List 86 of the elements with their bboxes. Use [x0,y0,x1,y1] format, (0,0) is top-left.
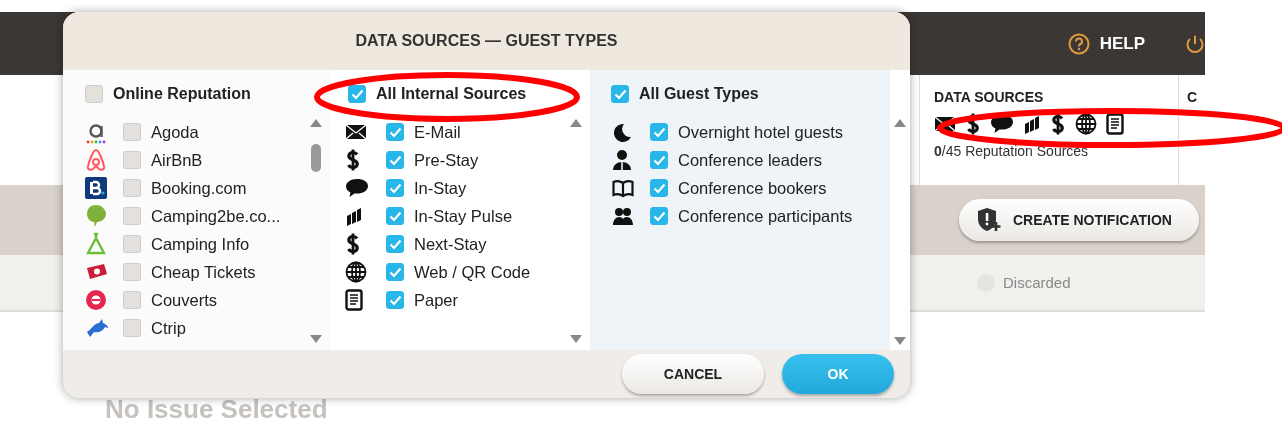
globe-icon [345,261,367,283]
document-icon [1106,113,1124,135]
checkbox[interactable] [386,291,404,309]
column-title: Online Reputation [113,85,251,103]
source-label: In-Stay Pulse [414,206,513,226]
ticket-logo-icon [85,262,109,282]
flask-logo-icon [85,232,107,256]
checkbox[interactable] [386,235,404,253]
help-link[interactable]: HELP [1099,33,1145,54]
sources-summary: 0/45 Reputation Sources [934,143,1090,159]
dollar-icon [965,113,981,135]
dollar-icon [345,233,361,255]
leaf-logo-icon [85,204,107,228]
create-notification-button[interactable]: CREATE NOTIFICATION [959,199,1199,241]
panel-title: C [1187,89,1199,105]
scroll-down-icon [893,336,907,346]
source-label: Overnight hotel guests [678,122,844,142]
issue-title: No Issue Selected [105,394,328,425]
person-icon [612,149,632,171]
source-label: Agoda [151,122,199,142]
dialog-title: DATA SOURCES — GUEST TYPES [355,32,618,50]
dollar-icon [1050,113,1066,135]
checkbox[interactable] [123,235,141,253]
source-label: Ctrip [151,318,186,338]
document-icon [345,289,363,311]
source-label: In-Stay [414,178,467,198]
checkbox[interactable] [650,151,668,169]
source-label: Conference participants [678,206,853,226]
checkbox[interactable] [123,291,141,309]
checkbox[interactable] [123,151,141,169]
source-label: Camping Info [151,234,250,254]
checkbox[interactable] [386,263,404,281]
source-label: E-Mail [414,122,461,142]
checkbox[interactable] [123,179,141,197]
source-label: Booking.com [151,178,247,198]
column-title: All Guest Types [639,85,759,103]
envelope-icon [345,124,367,140]
source-label: Conference leaders [678,150,822,170]
checkbox[interactable] [123,207,141,225]
scroll-down-icon [309,334,323,344]
people-icon [612,206,634,226]
checkbox[interactable] [611,85,629,103]
checkbox[interactable] [650,207,668,225]
checkbox[interactable] [348,85,366,103]
checkbox[interactable] [386,123,404,141]
source-label: Couverts [151,290,218,310]
scrollbar-thumb[interactable] [311,144,321,172]
open-book-icon [612,178,634,198]
source-label: Cheap Tickets [151,262,256,282]
crescent-moon-icon [612,122,632,142]
scroll-down-icon [569,334,583,344]
scroll-up-icon [569,118,583,128]
source-label: Web / QR Code [414,262,531,282]
ring-logo-icon [85,288,107,312]
bars-icon [1023,114,1041,134]
column-title: All Internal Sources [376,85,527,103]
bars-icon [345,206,363,226]
checkbox[interactable] [650,179,668,197]
panel-title: DATA SOURCES [934,89,1045,105]
checkbox[interactable] [650,123,668,141]
source-label: Paper [414,290,459,310]
globe-icon [1075,113,1097,135]
checkbox[interactable] [123,123,141,141]
help-icon [1067,32,1090,55]
square-logo-icon [85,176,107,200]
checkbox[interactable] [85,85,103,103]
source-label: Next-Stay [414,234,487,254]
dollar-icon [345,149,361,171]
checkbox[interactable] [386,151,404,169]
source-label: Camping2be.co... [151,206,281,226]
checkbox[interactable] [386,179,404,197]
checkbox[interactable] [123,319,141,337]
data-sources-panel[interactable]: DATA SOURCES 0/45 Reputation Sources [919,75,1179,185]
speech-bubble-icon [990,114,1014,134]
source-label: Conference bookers [678,178,827,198]
cancel-button[interactable]: CANCEL [622,354,764,394]
scroll-up-icon [893,118,907,128]
loop-logo-icon [85,148,107,172]
source-label: Pre-Stay [414,150,479,170]
shield-plus-icon [977,207,1001,233]
checkbox[interactable] [123,263,141,281]
dolphin-logo-icon [85,318,109,338]
scroll-up-icon [309,118,323,128]
speech-bubble-icon [345,178,369,198]
checkbox[interactable] [386,207,404,225]
source-label: AirBnB [151,150,203,170]
